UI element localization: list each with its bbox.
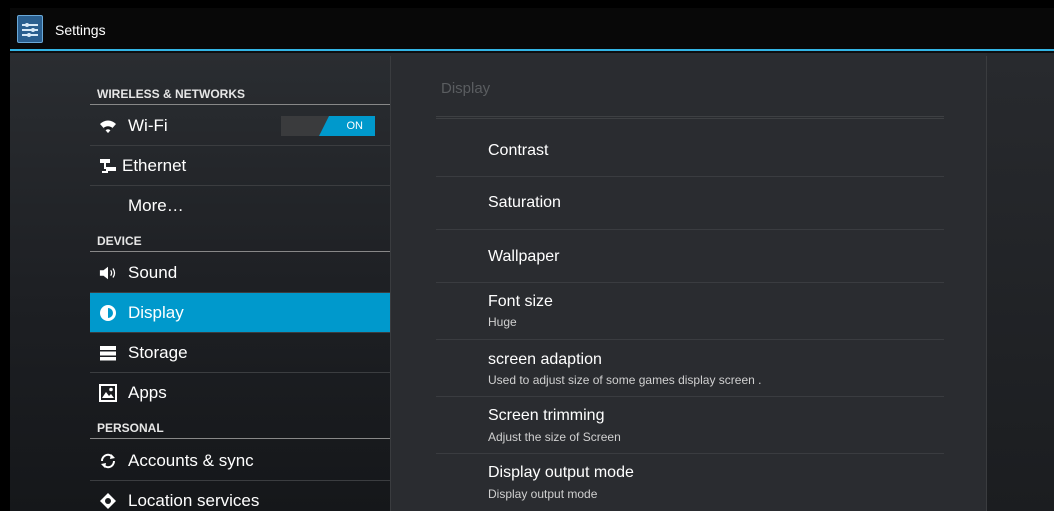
sidebar-item-accounts-sync[interactable]: Accounts & sync <box>90 441 390 481</box>
sound-icon <box>99 264 117 282</box>
pref-title: Contrast <box>488 142 549 159</box>
sidebar-item-display[interactable]: Display <box>90 293 390 333</box>
pref-font-size[interactable]: Font size Huge <box>436 283 944 340</box>
sidebar-item-sound[interactable]: Sound <box>90 253 390 293</box>
section-header-personal: PERSONAL <box>90 415 390 439</box>
sidebar-item-label: More… <box>128 196 184 215</box>
pref-title: screen adaption <box>488 351 602 368</box>
sidebar-item-location-services[interactable]: Location services <box>90 481 390 511</box>
pref-display-output-mode[interactable]: Display output mode Display output mode <box>436 454 944 511</box>
display-settings-pane: Display Contrast Saturation Wallpaper Fo… <box>390 56 987 511</box>
sidebar-item-label: Location services <box>128 491 260 510</box>
pref-screen-trimming[interactable]: Screen trimming Adjust the size of Scree… <box>436 397 944 454</box>
sidebar-item-label: Wi-Fi <box>128 116 168 135</box>
display-icon <box>99 304 117 322</box>
ethernet-icon <box>99 157 117 175</box>
settings-app-icon[interactable] <box>17 15 43 43</box>
pref-summary: Huge <box>488 315 517 329</box>
storage-icon <box>99 344 117 362</box>
pref-contrast[interactable]: Contrast <box>436 124 944 177</box>
right-gutter <box>987 53 1054 511</box>
title-divider <box>436 116 944 119</box>
sidebar-item-label: Ethernet <box>122 156 187 175</box>
pref-title: Saturation <box>488 194 561 211</box>
sidebar-item-storage[interactable]: Storage <box>90 333 390 373</box>
apps-icon <box>99 384 117 402</box>
pref-saturation[interactable]: Saturation <box>436 177 944 230</box>
sidebar-item-ethernet[interactable]: Ethernet <box>90 146 390 186</box>
wifi-toggle[interactable]: ON <box>281 116 375 136</box>
pref-title: Display output mode <box>488 464 634 481</box>
section-header-wireless: WIRELESS & NETWORKS <box>90 81 390 105</box>
wifi-icon <box>99 117 117 135</box>
pref-title: Font size <box>488 293 553 310</box>
sidebar-item-more[interactable]: More… <box>90 186 390 226</box>
pref-summary: Adjust the size of Screen <box>488 430 621 444</box>
wifi-toggle-label: ON <box>346 120 364 132</box>
sync-icon <box>99 452 117 470</box>
sidebar-item-label: Storage <box>128 343 188 362</box>
sidebar-item-wifi[interactable]: Wi-Fi ON <box>90 106 390 146</box>
title-bar: Settings <box>10 8 1054 51</box>
pref-title: Wallpaper <box>488 248 560 265</box>
pref-wallpaper[interactable]: Wallpaper <box>436 230 944 283</box>
settings-sidebar: WIRELESS & NETWORKS Wi-Fi ON Ethernet Mo… <box>90 53 390 511</box>
settings-content: WIRELESS & NETWORKS Wi-Fi ON Ethernet Mo… <box>10 53 1054 511</box>
sidebar-item-apps[interactable]: Apps <box>90 373 390 413</box>
pref-screen-adaption[interactable]: screen adaption Used to adjust size of s… <box>436 340 944 397</box>
section-header-device: DEVICE <box>90 228 390 252</box>
location-icon <box>99 492 117 510</box>
pane-title: Display <box>441 80 491 97</box>
sidebar-item-label: Sound <box>128 263 178 282</box>
pref-title: Screen trimming <box>488 407 605 424</box>
pref-summary: Used to adjust size of some games displa… <box>488 373 762 387</box>
sidebar-item-label: Accounts & sync <box>128 451 254 470</box>
sidebar-item-label: Apps <box>128 383 167 402</box>
window: Settings WIRELESS & NETWORKS Wi-Fi ON Et… <box>10 8 1054 511</box>
pref-summary: Display output mode <box>488 487 598 501</box>
app-title: Settings <box>55 22 106 38</box>
sidebar-item-label: Display <box>128 303 184 322</box>
